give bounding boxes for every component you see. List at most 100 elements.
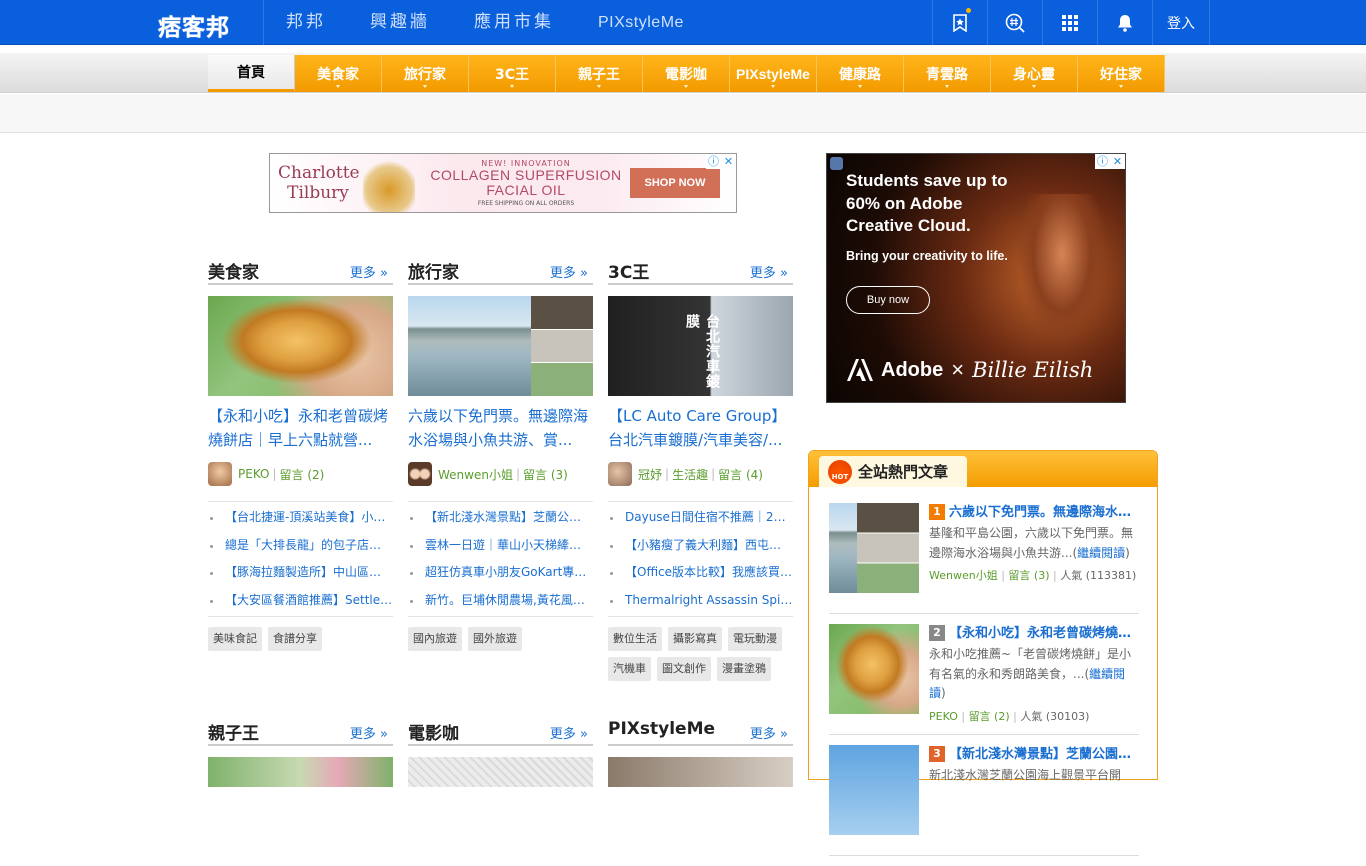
list-item[interactable]: 總是「大排長龍」的包子店！永和 [208,532,393,560]
login-button[interactable]: 登入 [1152,0,1210,45]
article-thumbnail[interactable] [408,757,593,787]
more-link[interactable]: 更多 » [550,723,588,742]
comment-count[interactable]: 留言 (2) [280,466,325,483]
hot-item-title-text[interactable]: 六歲以下免門票。無邊際海水浴場與小魚共游 [949,505,1137,520]
tag[interactable]: 國外旅遊 [468,627,522,651]
more-link[interactable]: 更多 » [350,262,388,281]
tab-3c[interactable]: 3C王 [469,55,556,92]
author-name[interactable]: PEKO [238,467,269,481]
tab-food[interactable]: 美食家 [295,55,382,92]
list-item[interactable]: 【Office版本比較】我應該買哪一個 [608,559,793,587]
tag[interactable]: 攝影寫真 [668,627,722,651]
nav-interest-wall[interactable]: 興趣牆 [348,0,452,45]
hot-item-desc: 永和小吃推薦~「老曾碳烤燒餅」是小有名氣的永和秀朗路美食，...(繼續閱讀) [929,647,1132,700]
tag-list: 國內旅遊 國外旅遊 [408,627,593,657]
side-ad[interactable]: Students save up to 60% on Adobe Creativ… [826,153,1126,403]
tag[interactable]: 圖文創作 [657,657,711,681]
ad-headline: Students save up to 60% on Adobe Creativ… [846,171,1008,235]
article-title[interactable]: 六歲以下免門票。無邊際海水浴場與小魚共游、賞... [408,404,593,454]
ad-close-icon[interactable]: ✕ [721,154,736,169]
apps-grid-icon[interactable] [1042,0,1097,45]
nav-bangbang[interactable]: 邦邦 [264,0,348,45]
more-link[interactable]: 更多 » [550,262,588,281]
list-item[interactable]: 【台北捷運-頂溪站美食】小吃店 [208,504,393,532]
more-link[interactable]: 更多 » [750,262,788,281]
hot-item-title[interactable]: 1 六歲以下免門票。無邊際海水浴場與小魚共游 [929,503,1137,523]
author-name[interactable]: Wenwen小姐 [929,569,998,582]
ad-close-icon[interactable]: ✕ [1110,154,1125,169]
column-food: 美食家 更多 » 【永和小吃】永和老曾碳烤燒餅店｜早上六點就營... PEKO … [208,255,393,657]
ad-shop-now-button[interactable]: SHOP NOW [630,168,720,198]
bell-icon[interactable] [1097,0,1152,45]
list-item[interactable]: 新竹。巨埔休閒農場,黃花風鈴木 [408,587,593,615]
read-more-link[interactable]: 繼續閱讀 [1077,546,1125,560]
comment-count[interactable]: 留言 (4) [718,466,763,483]
tag[interactable]: 數位生活 [608,627,662,651]
list-item[interactable]: Thermalright Assassin Spirit 120 [608,587,793,615]
hot-thumbnail[interactable] [829,745,919,835]
tab-health[interactable]: 健康路 [817,55,904,92]
tab-pixstyleme[interactable]: PIXstyleMe [730,55,817,92]
hot-articles-panel: HOT 全站熱門文章 1 六歲以下免門票。無邊際海水浴場與小魚共游 基隆和平島公園… [808,450,1158,856]
pixnet-logo[interactable]: 痞客邦 [158,8,236,41]
tab-career[interactable]: 青雲路 [904,55,991,92]
nav-pixstyleme[interactable]: PIXstyleMe [576,0,706,45]
hot-thumbnail[interactable] [829,503,919,593]
more-link[interactable]: 更多 » [350,723,388,742]
avatar[interactable] [208,462,232,486]
tab-mind[interactable]: 身心靈 [991,55,1078,92]
avatar[interactable] [608,462,632,486]
hot-item-title[interactable]: 3 【新北淺水灣景點】芝蘭公園海上觀景 [929,745,1137,765]
list-item[interactable]: 【小豬瘦了義大利麵】西屯聚餐推薦 [608,532,793,560]
ad-buy-now-button[interactable]: Buy now [846,286,930,314]
hot-thumbnail[interactable] [829,624,919,714]
author-name[interactable]: Wenwen小姐 [438,466,513,483]
avatar[interactable] [408,462,432,486]
tag[interactable]: 電玩動漫 [728,627,782,651]
list-item[interactable]: Dayuse日間住宿不推薦｜2023 [608,504,793,532]
blog-category[interactable]: 生活趣 [672,466,708,483]
hot-title: 全站熱門文章 [858,463,949,481]
list-item[interactable]: 【豚海拉麵製造所】中山區拉麵推薦 [208,559,393,587]
tag[interactable]: 汽機車 [608,657,651,681]
bookmark-star-icon[interactable] [932,0,987,45]
top-nav: 邦邦 興趣牆 應用市集 PIXstyleMe [263,0,706,45]
top-right-actions: 登入 [932,0,1210,45]
banner-ad[interactable]: Charlotte Tilbury NEW! INNOVATION COLLAG… [269,153,737,213]
tab-home[interactable]: 首頁 [208,55,295,92]
comment-count[interactable]: 留言 (2) [969,710,1010,723]
tab-travel[interactable]: 旅行家 [382,55,469,92]
article-title[interactable]: 【永和小吃】永和老曾碳烤燒餅店｜早上六點就營... [208,404,393,454]
list-item[interactable]: 超狂仿真車小朋友GoKart專用賽道 [408,559,593,587]
article-thumbnail[interactable] [408,296,593,396]
hot-item-title-text[interactable]: 【新北淺水灣景點】芝蘭公園海上觀景 [949,747,1137,762]
ad-info-icon[interactable]: ⓘ [1095,154,1110,169]
author-name[interactable]: 冠妤 [638,466,662,483]
comment-count[interactable]: 留言 (3) [523,466,568,483]
nav-app-market[interactable]: 應用市集 [452,0,576,45]
article-thumbnail[interactable] [208,296,393,396]
tag[interactable]: 國內旅遊 [408,627,462,651]
article-thumbnail[interactable] [608,296,793,396]
comment-count[interactable]: 留言 (3) [1008,569,1049,582]
list-item[interactable]: 【大安區餐酒館推薦】Settle Bistro [208,587,393,615]
article-title[interactable]: 【LC Auto Care Group】台北汽車鍍膜/汽車美容/... [608,404,793,454]
ad-info-icon[interactable]: ⓘ [706,154,721,169]
list-item[interactable]: 雲林一日遊｜華山小天梯縴索吊橋 [408,532,593,560]
hot-item-title-text[interactable]: 【永和小吃】永和老曾碳烤燒餅店 [949,626,1137,641]
tab-parenting[interactable]: 親子王 [556,55,643,92]
article-thumbnail[interactable] [608,757,793,787]
article-thumbnail[interactable] [208,757,393,787]
tab-home-living[interactable]: 好住家 [1078,55,1165,92]
ad-partner: Billie Eilish [972,358,1094,382]
more-link[interactable]: 更多 » [750,723,788,742]
tag[interactable]: 美味食記 [208,627,262,651]
list-item[interactable]: 【新北淺水灣景點】芝蘭公園海上 [408,504,593,532]
ad-line2: COLLAGEN SUPERFUSION [430,167,622,183]
tag[interactable]: 漫畫塗鴉 [717,657,771,681]
hot-item-title[interactable]: 2 【永和小吃】永和老曾碳烤燒餅店 [929,624,1137,644]
hashtag-search-icon[interactable] [987,0,1042,45]
author-name[interactable]: PEKO [929,710,958,723]
tag[interactable]: 食譜分享 [268,627,322,651]
tab-movie[interactable]: 電影咖 [643,55,730,92]
